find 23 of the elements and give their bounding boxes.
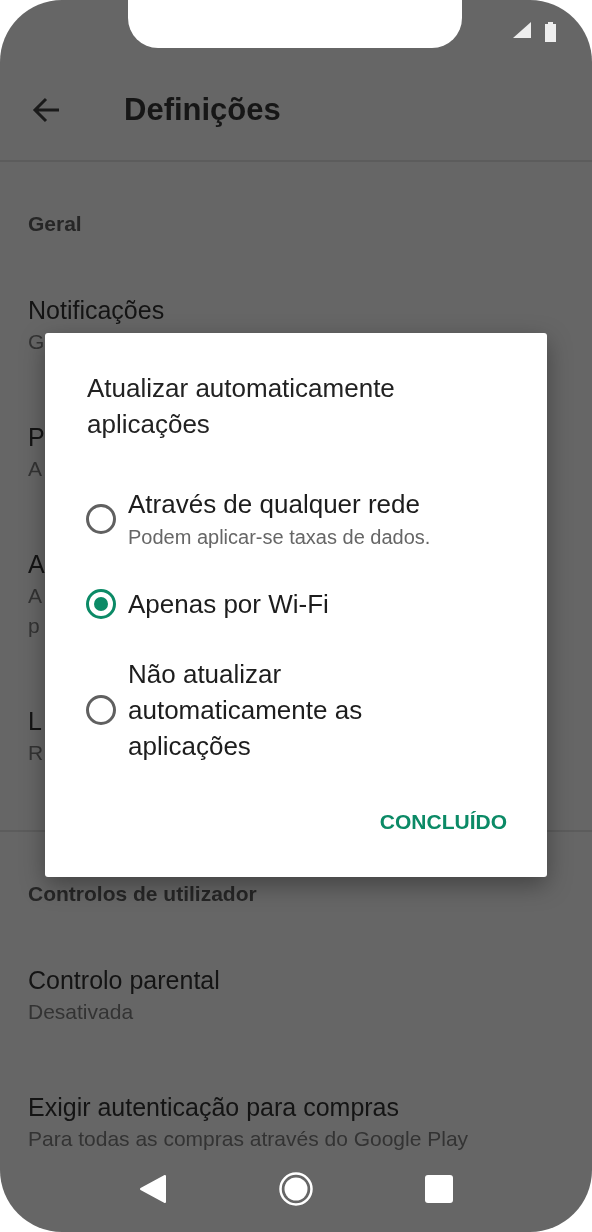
setting-title[interactable]: Controlo parental (28, 963, 220, 997)
setting-title[interactable]: Exigir autenticação para compras (28, 1090, 400, 1124)
radio-button[interactable] (86, 504, 116, 534)
done-button[interactable]: CONCLUÍDO (379, 804, 507, 840)
signal-icon (513, 22, 531, 38)
section-header: Geral (27, 211, 83, 237)
setting-title[interactable]: A (28, 547, 45, 581)
radio-button[interactable] (86, 589, 116, 619)
radio-button[interactable] (86, 695, 116, 725)
setting-title[interactable]: P (28, 420, 45, 454)
page-title: Definições (124, 92, 281, 128)
option-label[interactable]: Através de qualquer rede (128, 486, 428, 522)
section-header: Controlos de utilizador (27, 881, 258, 907)
setting-title[interactable]: L (28, 704, 42, 738)
home-icon[interactable] (279, 1172, 313, 1206)
option-label[interactable]: Não atualizar automaticamente as aplicações (128, 656, 428, 764)
option-hint: Podem aplicar-se taxas de dados. (128, 525, 432, 550)
option-label[interactable]: Apenas por Wi-Fi (128, 586, 428, 622)
dialog-title: Atualizar automaticamente aplicações (87, 372, 396, 441)
battery-icon (545, 22, 556, 42)
back-icon[interactable] (139, 1174, 167, 1204)
back-arrow-icon[interactable] (32, 97, 60, 123)
setting-title[interactable]: Notificações (28, 293, 165, 327)
